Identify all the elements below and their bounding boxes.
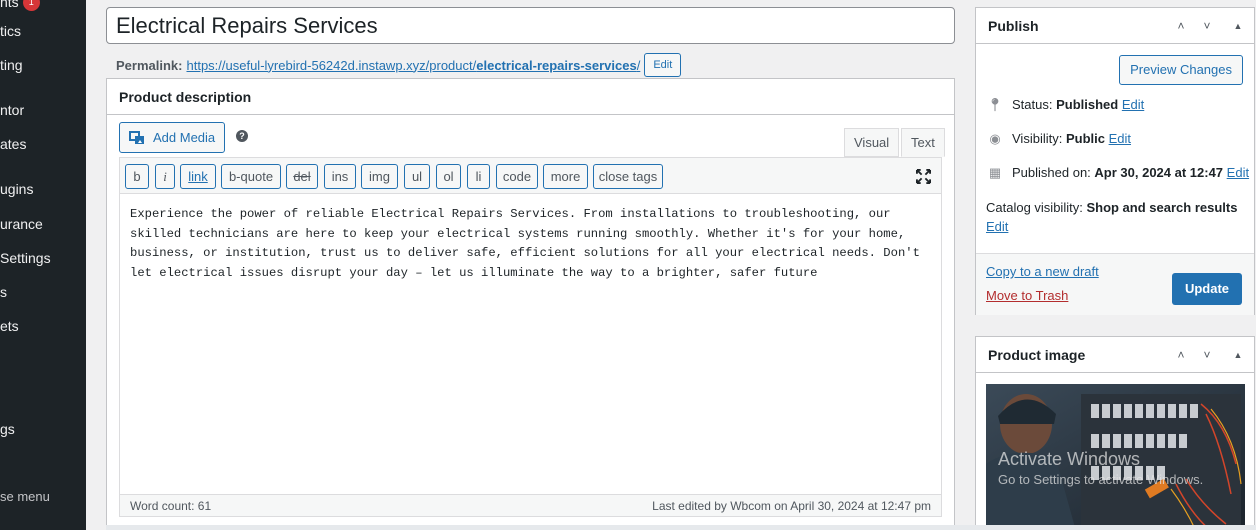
quicktag-more-button[interactable]: more: [543, 164, 588, 189]
text-editor: b i link b-quote del ins img ul ol li co…: [119, 157, 942, 517]
sidebar-item-templates[interactable]: ates: [0, 136, 26, 152]
post-title-input[interactable]: [107, 8, 954, 43]
permalink-edit-button[interactable]: Edit: [644, 53, 682, 77]
calendar-icon: ▦: [988, 165, 1002, 180]
publish-actions: Copy to a new draft Move to Trash Update: [976, 253, 1254, 315]
tab-visual[interactable]: Visual: [844, 128, 900, 157]
word-count: Word count: 61: [130, 498, 212, 513]
product-description-heading: Product description: [107, 79, 954, 115]
product-image-panel-header: Product image ˄ ˅ ▲: [976, 337, 1254, 373]
last-edited: Last edited by Wbcom on April 30, 2024 a…: [652, 498, 931, 513]
quicktag-close-tags-button[interactable]: close tags: [593, 164, 663, 189]
title-field-wrapper: [106, 7, 955, 44]
sidebar-item-settings[interactable]: Settings: [0, 250, 51, 266]
sidebar-item-marketing[interactable]: ting: [0, 57, 23, 73]
status-row: 📍︎ Status: Published Edit: [986, 97, 1145, 112]
collapse-menu-button[interactable]: se menu: [0, 489, 50, 504]
catalog-edit-row: Edit: [986, 219, 1008, 234]
permalink-link[interactable]: https://useful-lyrebird-56242d.instawp.x…: [186, 58, 640, 73]
publish-panel-header: Publish ˄ ˅ ▲: [976, 8, 1254, 44]
quicktag-ol-button[interactable]: ol: [436, 164, 461, 189]
pin-icon: 📍︎: [986, 97, 1004, 112]
copy-to-draft-link[interactable]: Copy to a new draft: [986, 264, 1099, 279]
editor-status-bar: Word count: 61 Last edited by Wbcom on A…: [120, 494, 941, 516]
quicktag-code-button[interactable]: code: [496, 164, 538, 189]
move-up-icon[interactable]: ˄: [1168, 8, 1194, 44]
move-down-icon[interactable]: ˅: [1194, 337, 1220, 373]
fullscreen-icon[interactable]: [916, 169, 931, 184]
permalink-row: Permalink: https://useful-lyrebird-56242…: [116, 52, 682, 78]
visibility-row: ◉ Visibility: Public Edit: [986, 131, 1131, 147]
catalog-visibility-row: Catalog visibility: Shop and search resu…: [986, 200, 1238, 215]
quicktag-del-button[interactable]: del: [286, 164, 318, 189]
toggle-panel-icon[interactable]: ▲: [1225, 337, 1251, 373]
quicktag-bquote-button[interactable]: b-quote: [221, 164, 281, 189]
quicktag-italic-button[interactable]: i: [155, 164, 175, 189]
quicktags-toolbar: b i link b-quote del ins img ul ol li co…: [120, 158, 941, 194]
quicktag-img-button[interactable]: img: [361, 164, 398, 189]
product-image-panel: Product image ˄ ˅ ▲: [975, 336, 1255, 530]
edit-catalog-visibility-link[interactable]: Edit: [986, 219, 1008, 234]
sidebar-item-s[interactable]: s: [0, 284, 7, 300]
update-button[interactable]: Update: [1171, 273, 1242, 305]
quicktag-ins-button[interactable]: ins: [324, 164, 356, 189]
move-down-icon[interactable]: ˅: [1194, 8, 1220, 44]
toggle-panel-icon[interactable]: ▲: [1225, 8, 1251, 44]
sidebar-item-elementor[interactable]: ntor: [0, 102, 24, 118]
sidebar-item-comments[interactable]: nts 1: [0, 0, 40, 11]
comment-count-badge: 1: [22, 0, 40, 11]
activate-windows-watermark: Activate Windows Go to Settings to activ…: [998, 449, 1204, 487]
quicktag-bold-button[interactable]: b: [125, 164, 149, 189]
quicktag-link-button[interactable]: link: [180, 164, 216, 189]
permalink-slug: electrical-repairs-services: [476, 57, 637, 73]
sidebar-item-analytics[interactable]: tics: [0, 23, 21, 39]
product-description-box: Product description Add Media ? Visual T…: [106, 78, 955, 530]
edit-date-link[interactable]: Edit: [1227, 165, 1249, 180]
sidebar-item-plugins[interactable]: ugins: [0, 181, 33, 197]
sidebar-item-insurance[interactable]: urance: [0, 216, 43, 232]
add-media-icon: [129, 130, 144, 144]
quicktag-li-button[interactable]: li: [467, 164, 490, 189]
published-on-row: ▦ Published on: Apr 30, 2024 at 12:47 Edi…: [986, 165, 1249, 181]
move-to-trash-link[interactable]: Move to Trash: [986, 288, 1068, 303]
permalink-label: Permalink:: [116, 57, 183, 73]
content-textarea[interactable]: Experience the power of reliable Electri…: [120, 194, 941, 476]
publish-panel: Publish ˄ ˅ ▲ Preview Changes 📍︎ Status: …: [975, 7, 1255, 315]
quicktag-ul-button[interactable]: ul: [404, 164, 430, 189]
sidebar-item-widgets[interactable]: ets: [0, 318, 19, 334]
bottom-edge: [106, 525, 1256, 530]
edit-visibility-link[interactable]: Edit: [1109, 131, 1131, 146]
add-media-button[interactable]: Add Media: [119, 122, 226, 153]
admin-sidebar: nts 1 tics ting ntor ates ugins urance Se…: [0, 0, 86, 530]
preview-changes-button[interactable]: Preview Changes: [1119, 55, 1243, 85]
edit-status-link[interactable]: Edit: [1122, 97, 1144, 112]
move-up-icon[interactable]: ˄: [1168, 337, 1194, 373]
sidebar-item-settings-2[interactable]: gs: [0, 421, 15, 437]
tab-text[interactable]: Text: [901, 128, 945, 157]
help-icon[interactable]: ?: [236, 130, 248, 142]
eye-icon: ◉: [989, 131, 1001, 146]
